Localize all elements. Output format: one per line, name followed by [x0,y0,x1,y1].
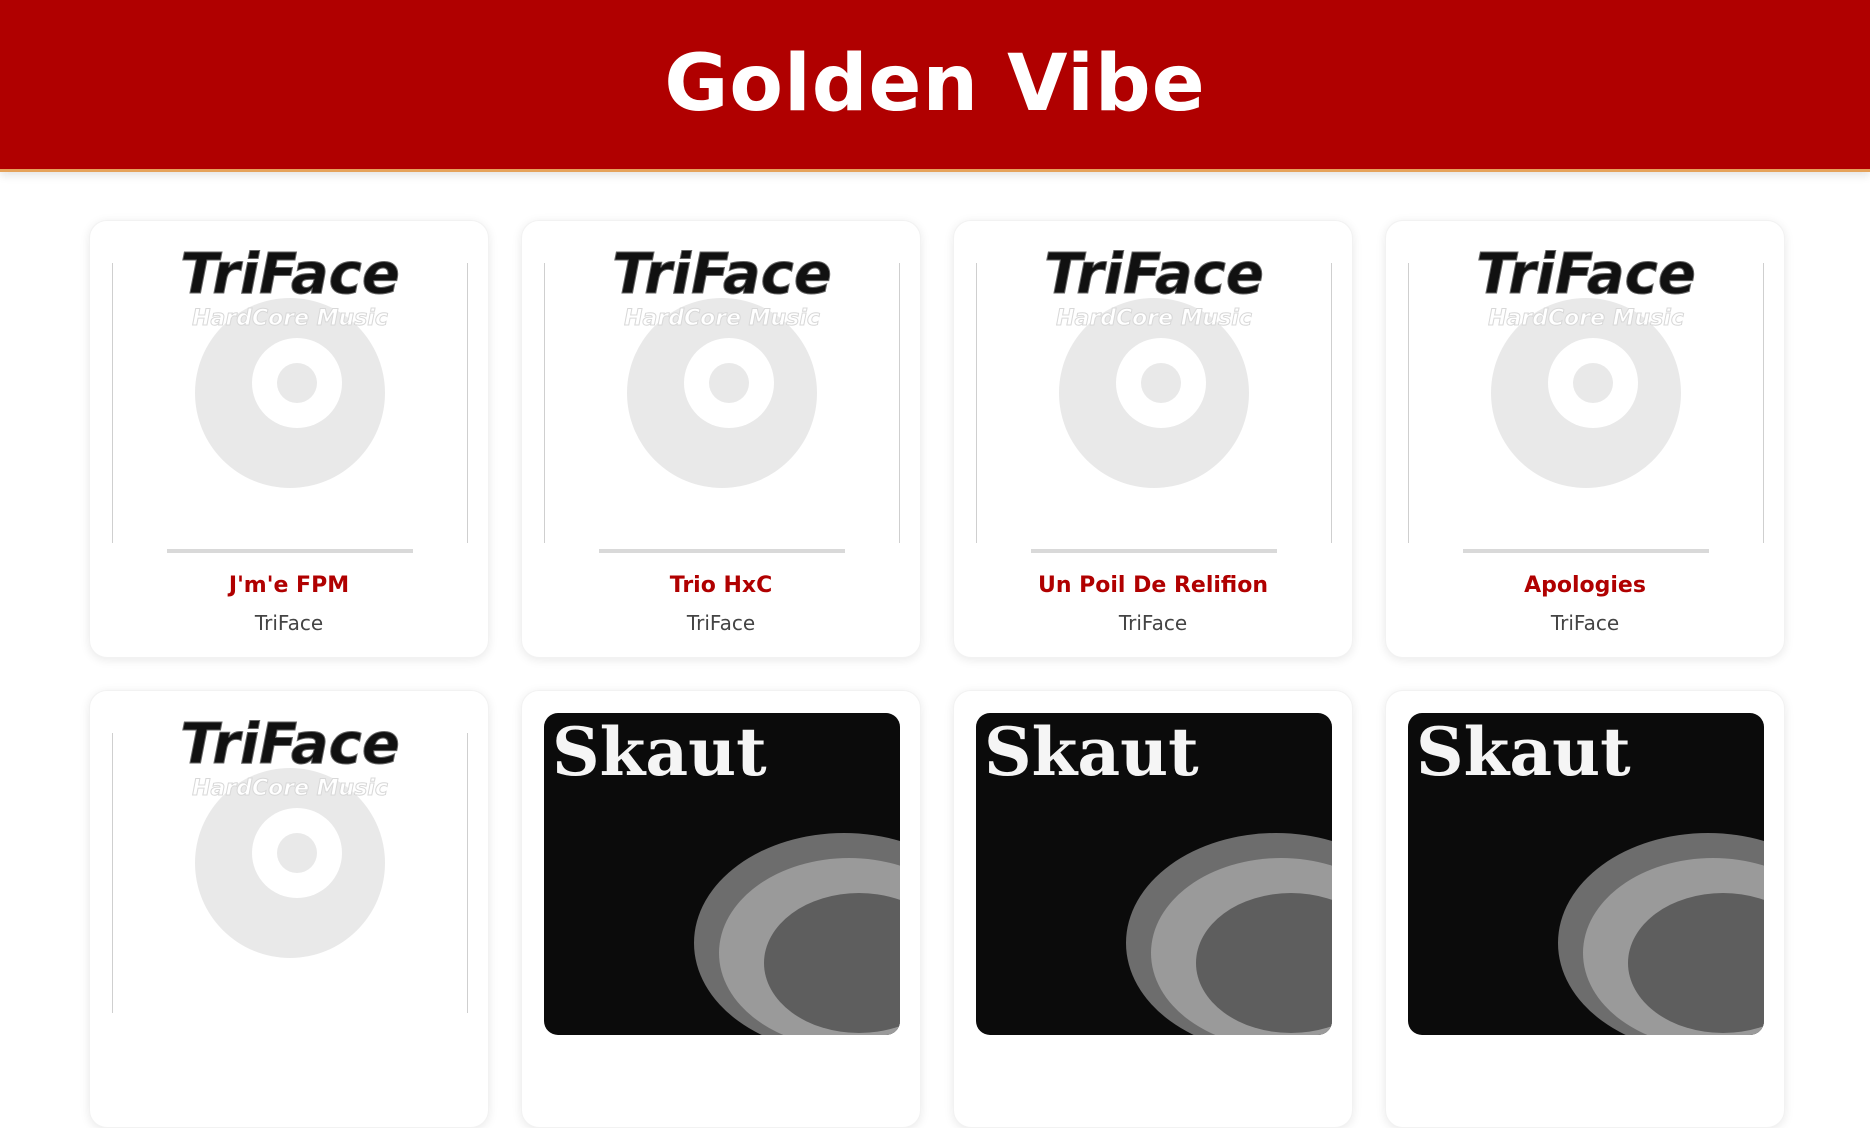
track-title[interactable]: Trio HxC [522,573,920,598]
track-title[interactable]: Un Poil De Relifion [954,573,1352,598]
track-card[interactable]: TriFace HardCore Music [89,690,489,1128]
cover-logo-text: TriFace [180,713,400,777]
skaut-cover-art: Skaut [1408,713,1764,1035]
album-cover[interactable]: TriFace HardCore Music [976,243,1332,565]
cover-logo-subtext: HardCore Music [192,776,388,801]
track-title[interactable]: J'm'e FPM [90,573,488,598]
site-title: Golden Vibe [664,38,1206,129]
skaut-cover-art: Skaut [976,713,1332,1035]
cover-logo-text: Skaut [552,713,767,791]
cover-logo-text: Skaut [984,713,1199,791]
track-card[interactable]: TriFace HardCore Music Trio HxC TriFace [521,220,921,658]
cover-logo-subtext: HardCore Music [624,306,820,331]
track-card[interactable]: TriFace HardCore Music Apologies TriFace [1385,220,1785,658]
album-cover[interactable]: TriFace HardCore Music [112,243,468,565]
skaut-cover-art: Skaut [544,713,900,1035]
album-cover[interactable]: Skaut [544,713,900,1035]
cover-logo-text: TriFace [612,243,832,307]
triface-cover-art: TriFace HardCore Music [112,243,468,565]
cover-logo-subtext: HardCore Music [1056,306,1252,331]
triface-cover-art: TriFace HardCore Music [1408,243,1764,565]
triface-cover-art: TriFace HardCore Music [544,243,900,565]
album-cover[interactable]: Skaut [976,713,1332,1035]
cover-logo-text: TriFace [1044,243,1264,307]
cover-logo-subtext: HardCore Music [1488,306,1684,331]
site-header: Golden Vibe [0,0,1870,172]
track-card[interactable]: Skaut [521,690,921,1128]
track-card[interactable]: TriFace HardCore Music J'm'e FPM TriFace [89,220,489,658]
track-grid: TriFace HardCore Music J'm'e FPM TriFace… [89,220,1785,1128]
cover-logo-subtext: HardCore Music [192,306,388,331]
album-cover[interactable]: TriFace HardCore Music [544,243,900,565]
track-artist: TriFace [1550,611,1620,635]
album-cover[interactable]: TriFace HardCore Music [1408,243,1764,565]
cover-logo-text: Skaut [1416,713,1631,791]
cover-logo-text: TriFace [1476,243,1696,307]
track-card[interactable]: TriFace HardCore Music Un Poil De Relifi… [953,220,1353,658]
track-artist: TriFace [686,611,756,635]
track-artist: TriFace [254,611,324,635]
triface-cover-art: TriFace HardCore Music [976,243,1332,565]
track-title[interactable]: Apologies [1386,573,1784,598]
track-card[interactable]: Skaut [953,690,1353,1128]
album-cover[interactable]: Skaut [1408,713,1764,1035]
cover-logo-text: TriFace [180,243,400,307]
album-cover[interactable]: TriFace HardCore Music [112,713,468,1035]
track-card[interactable]: Skaut [1385,690,1785,1128]
triface-cover-art: TriFace HardCore Music [112,713,468,1035]
track-artist: TriFace [1118,611,1188,635]
